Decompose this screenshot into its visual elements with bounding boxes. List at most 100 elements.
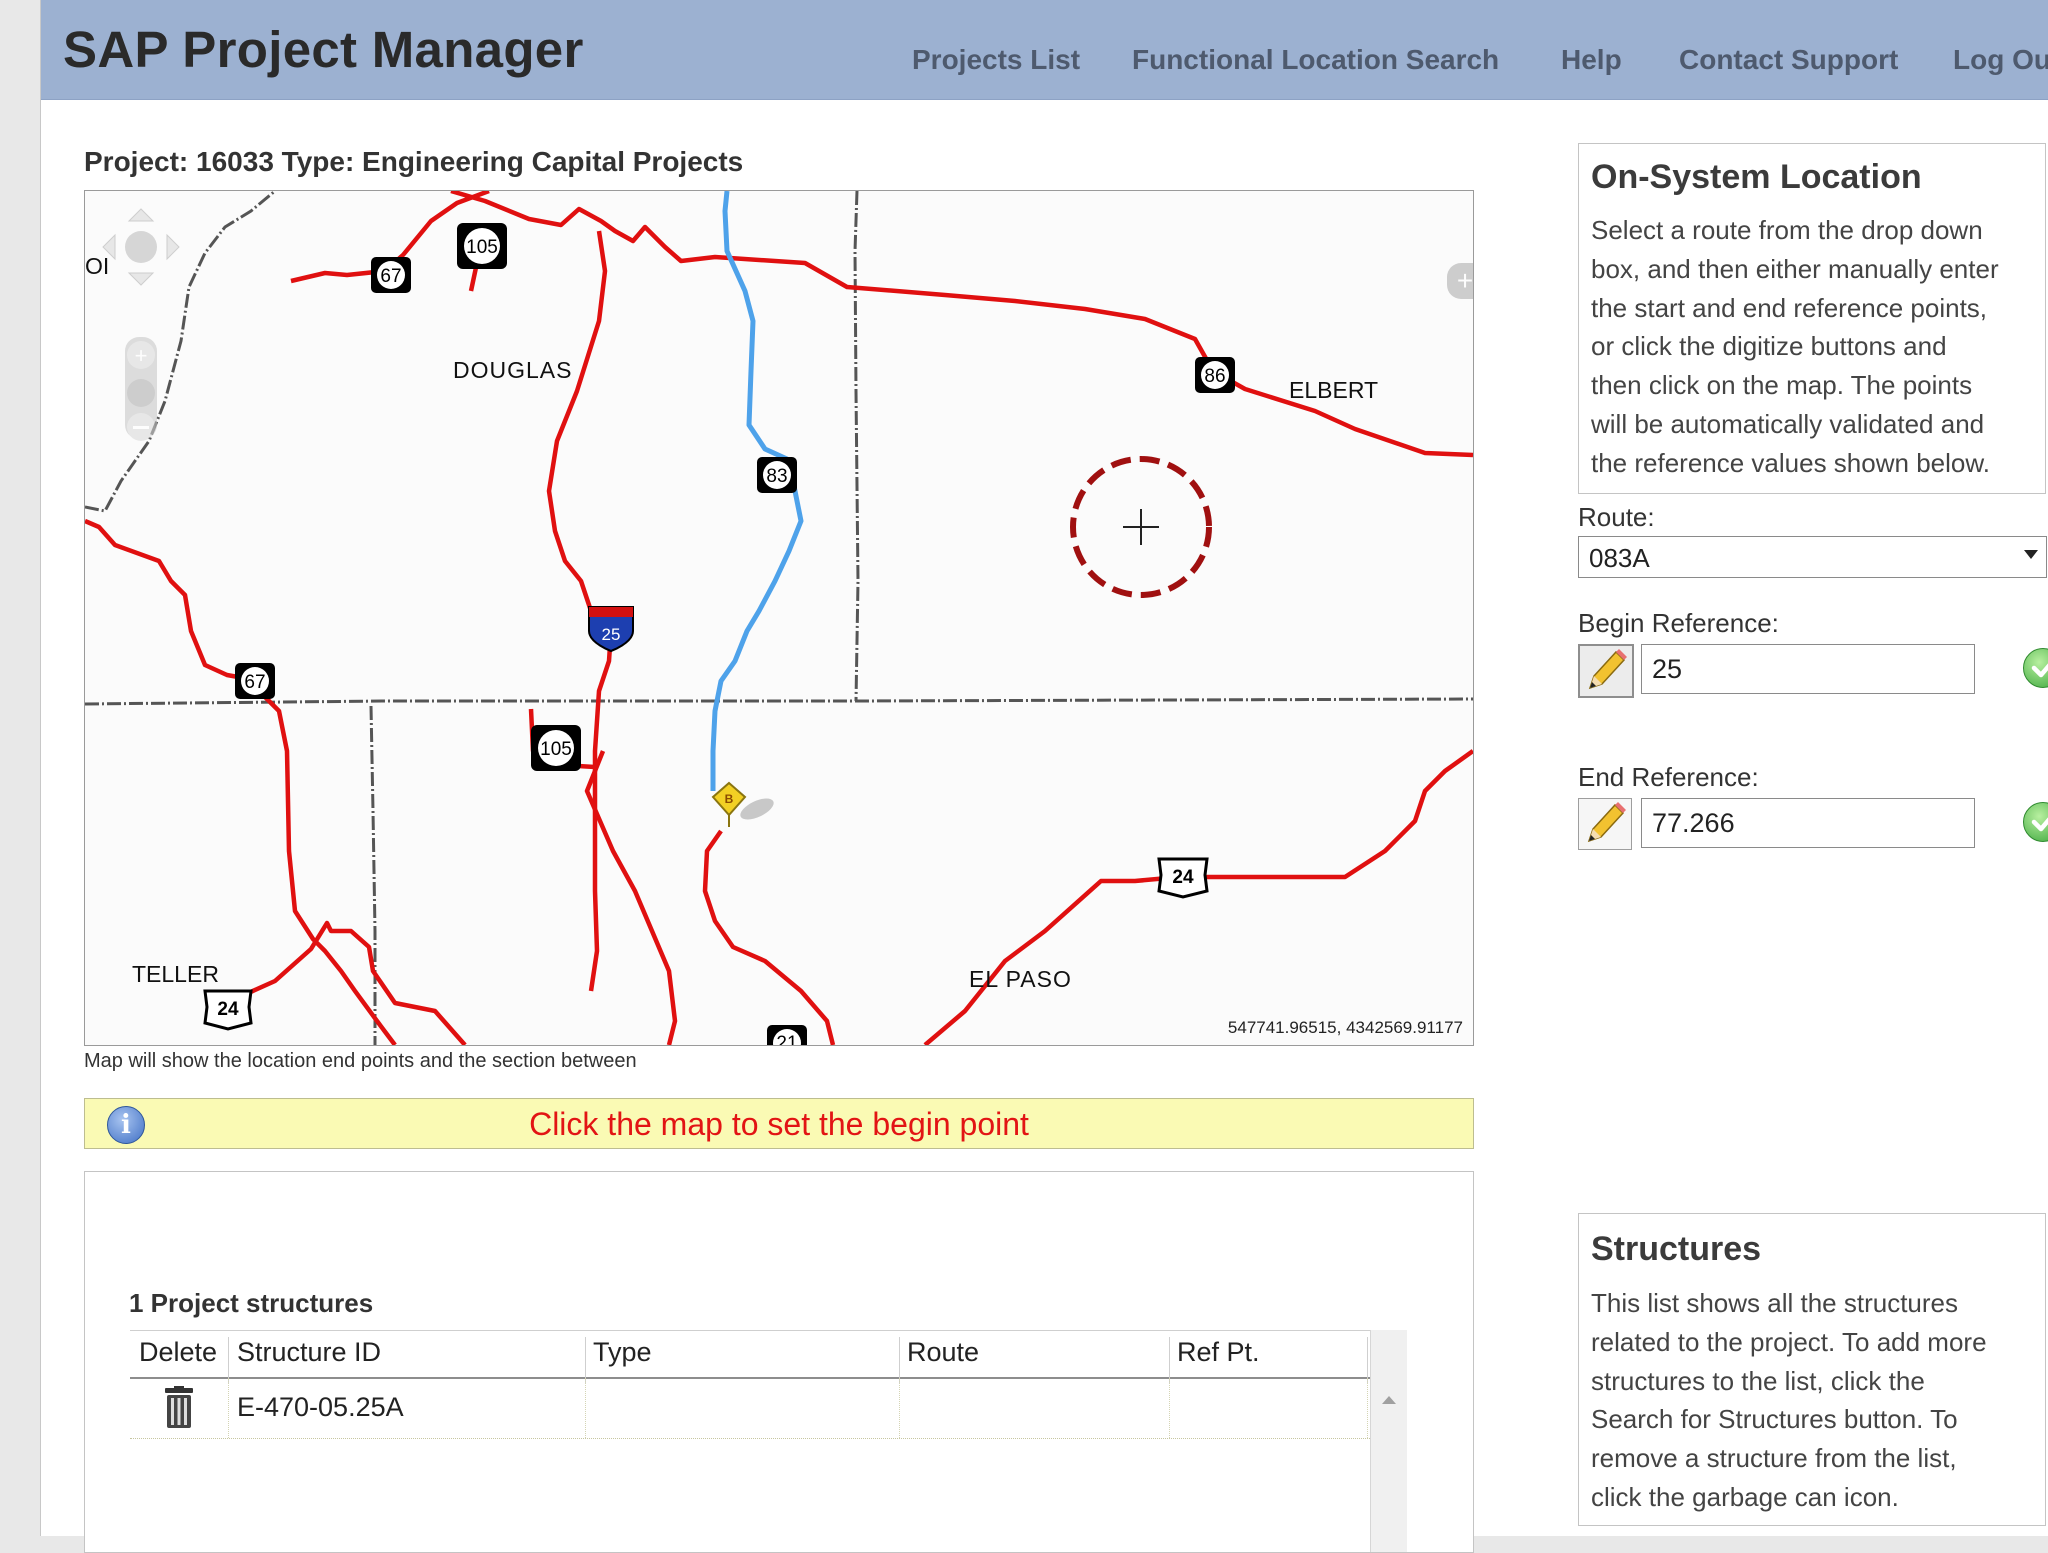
app-title: SAP Project Manager — [63, 21, 584, 78]
nav-contact-support[interactable]: Contact Support — [1679, 44, 1898, 76]
scroll-up-icon[interactable] — [1382, 1396, 1396, 1404]
map-canvas[interactable]: B 105 67 86 25 67 105 24 24 21 83 DOUGLA… — [84, 190, 1474, 1046]
shield-label: 86 — [1204, 366, 1225, 387]
structures-title: Structures — [1591, 1230, 1762, 1268]
help-line: the reference values shown below. — [1591, 447, 1990, 478]
shield-us-24-west: 24 — [203, 989, 253, 1031]
help-line: remove a structure from the list, — [1591, 1443, 1957, 1474]
shield-state-67-north: 67 — [371, 257, 411, 293]
help-line: click the garbage can icon. — [1591, 1481, 1899, 1512]
map-caption: Map will show the location end points an… — [84, 1050, 637, 1072]
zoom-in-icon[interactable]: + — [127, 341, 155, 369]
end-reference-value: 77.266 — [1652, 808, 1735, 838]
column-header-delete[interactable]: Delete — [139, 1337, 217, 1368]
zoom-out-icon[interactable] — [127, 413, 155, 441]
begin-digitize-button[interactable] — [1578, 644, 1634, 698]
pan-control-icon[interactable] — [102, 208, 180, 286]
project-title: Project: 16033 Type: Engineering Capital… — [84, 146, 744, 177]
county-label-teller: TELLER — [132, 961, 219, 987]
structures-info-box: Structures This list shows all the struc… — [1578, 1213, 2046, 1526]
on-system-location-box: On-System Location Select a route from t… — [1578, 143, 2046, 494]
shield-state-86: 86 — [1195, 357, 1235, 393]
header-bar: SAP Project Manager Projects List Functi… — [41, 0, 2048, 100]
shield-state-83: 83 — [757, 457, 797, 493]
shield-label: 25 — [602, 625, 621, 644]
on-system-location-help: Select a route from the drop down box, a… — [1591, 211, 2048, 483]
table-scrollbar[interactable] — [1370, 1330, 1407, 1552]
county-boundaries — [85, 191, 1473, 1045]
shield-label: 83 — [766, 466, 787, 487]
help-line: Search for Structures button. To — [1591, 1404, 1958, 1435]
map-coordinates: 547741.96515, 4342569.91177 — [1228, 1018, 1463, 1037]
help-line: related to the project. To add more — [1591, 1326, 1987, 1357]
begin-marker-icon[interactable]: B — [711, 781, 777, 827]
column-header-structure-id[interactable]: Structure ID — [237, 1337, 381, 1368]
zoom-globe-icon[interactable] — [127, 379, 155, 407]
county-label-elbert: ELBERT — [1289, 377, 1378, 403]
map-navigation-controls: + — [102, 208, 180, 441]
route-shields: 105 67 86 25 67 105 24 24 21 83 — [203, 223, 1235, 1045]
column-header-type[interactable]: Type — [593, 1337, 652, 1368]
shield-label: 24 — [217, 999, 239, 1020]
end-digitize-button[interactable] — [1578, 798, 1632, 850]
help-line: then click on the map. The points — [1591, 370, 1973, 401]
shield-state-67-south: 67 — [235, 663, 275, 699]
page: SAP Project Manager Projects List Functi… — [40, 0, 2048, 1553]
end-reference-label: End Reference: — [1578, 762, 1759, 792]
column-header-ref-pt[interactable]: Ref Pt. — [1177, 1337, 1260, 1368]
begin-reference-input[interactable]: 25 — [1641, 644, 1975, 694]
pencil-icon — [1588, 649, 1627, 690]
nav-functional-location-search[interactable]: Functional Location Search — [1132, 44, 1499, 76]
begin-reference-value: 25 — [1652, 654, 1683, 684]
help-line: This list shows all the structures — [1591, 1288, 1959, 1318]
expand-icon[interactable]: + — [1447, 263, 1473, 299]
begin-marker-label: B — [725, 792, 734, 806]
begin-check-icon — [2023, 648, 2048, 688]
shield-label: 24 — [1172, 867, 1194, 888]
roads — [85, 191, 1473, 1045]
shield-label: 67 — [380, 266, 401, 287]
nav-projects-list[interactable]: Projects List — [912, 44, 1080, 76]
help-line: structures to the list, click the — [1591, 1365, 1925, 1396]
info-bar: i Click the map to set the begin point — [84, 1098, 1474, 1149]
target-crosshair-icon — [1070, 456, 1212, 598]
county-label-el-paso: EL PASO — [969, 966, 1072, 992]
svg-text:+: + — [1457, 265, 1473, 296]
shield-state-105-south: 105 — [531, 725, 581, 771]
pencil-icon — [1587, 802, 1626, 843]
structures-count-label: 1 Project structures — [129, 1288, 374, 1318]
shield-label: 67 — [244, 672, 265, 693]
column-header-route[interactable]: Route — [907, 1337, 979, 1368]
route-select-value: 083A — [1589, 543, 1650, 573]
end-check-icon — [2023, 802, 2048, 842]
help-line: Select a route from the drop down — [1591, 215, 1983, 245]
structures-table-panel: 1 Project structures Delete Structure ID… — [84, 1171, 1474, 1553]
structures-help: This list shows all the structures relat… — [1591, 1284, 2048, 1517]
dropdown-caret-icon[interactable] — [2024, 550, 2038, 559]
end-reference-input[interactable]: 77.266 — [1641, 798, 1975, 848]
help-line: box, and then either manually enter — [1591, 253, 1999, 284]
grid-header-row: Delete Structure ID Type Route Ref Pt. — [130, 1330, 1370, 1383]
nav-log-out[interactable]: Log Ou — [1953, 44, 2048, 76]
map-svg[interactable]: B 105 67 86 25 67 105 24 24 21 83 DOUGLA… — [85, 191, 1473, 1045]
shield-us-24-east: 24 — [1157, 857, 1209, 899]
shield-state-21: 21 — [767, 1025, 807, 1045]
on-system-location-title: On-System Location — [1591, 158, 1922, 196]
nav-help[interactable]: Help — [1561, 44, 1622, 76]
route-select[interactable]: 083A — [1578, 536, 2047, 578]
svg-text:+: + — [135, 343, 148, 368]
help-line: the start and end reference points, — [1591, 292, 1988, 323]
info-message: Click the map to set the begin point — [529, 1106, 1029, 1142]
table-row[interactable]: E-470-05.25A — [130, 1378, 1370, 1439]
structures-grid: Delete Structure ID Type Route Ref Pt. E… — [130, 1330, 1407, 1552]
cell-structure-id: E-470-05.25A — [237, 1392, 404, 1422]
help-line: will be automatically validated and — [1591, 408, 1985, 439]
shield-state-105-north: 105 — [457, 223, 507, 269]
begin-reference-label: Begin Reference: — [1578, 608, 1779, 638]
route-label: Route: — [1578, 502, 1655, 532]
help-line: or click the digitize buttons and — [1591, 331, 1947, 362]
county-label-edge: OI — [85, 253, 109, 279]
trash-icon[interactable] — [162, 1386, 196, 1430]
shield-interstate-25: 25 — [588, 606, 634, 653]
shield-label: 21 — [776, 1033, 797, 1045]
